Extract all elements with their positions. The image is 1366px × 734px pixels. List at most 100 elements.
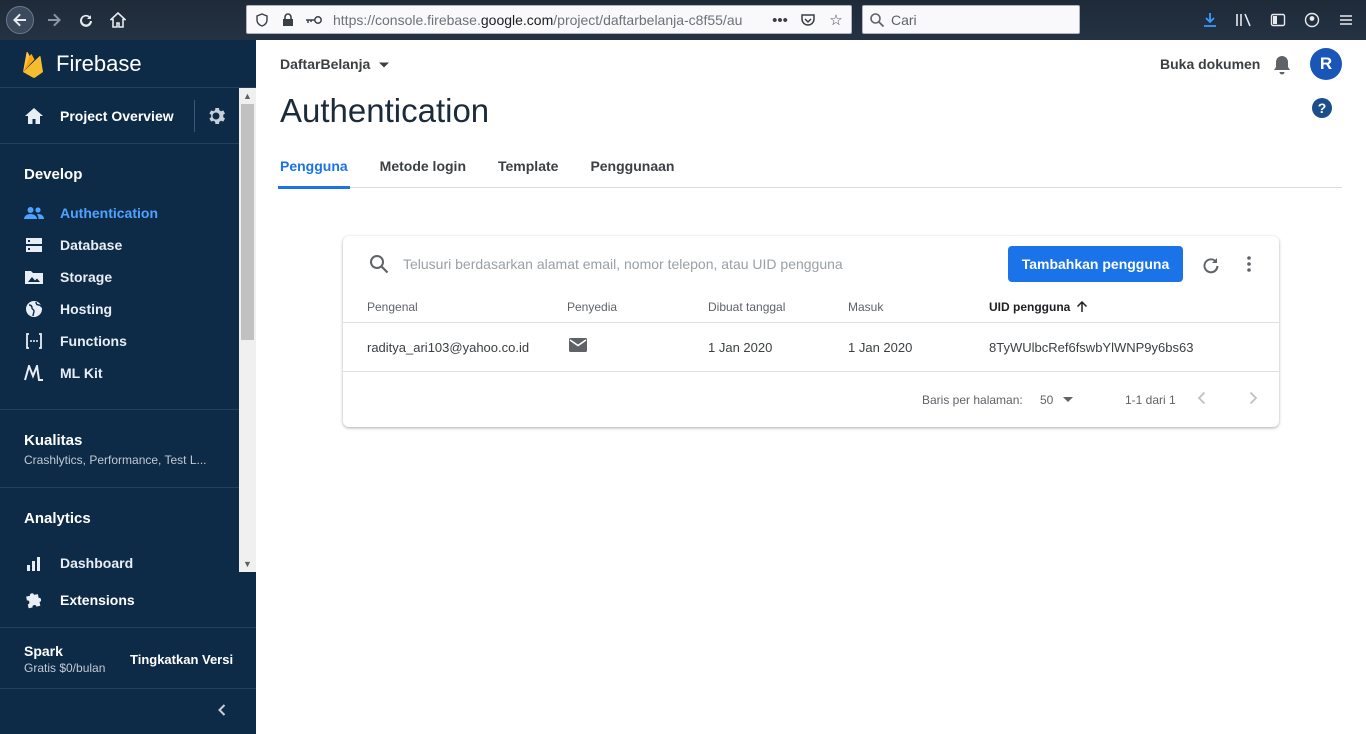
globe-icon <box>24 299 44 319</box>
docs-link[interactable]: Buka dokumen <box>1160 56 1260 72</box>
url-text: https://console.firebase.google.com/proj… <box>333 12 773 28</box>
download-icon[interactable] <box>1198 8 1222 32</box>
browser-toolbar-icons <box>1198 8 1358 32</box>
users-card: Telusuri berdasarkan alamat email, nomor… <box>343 236 1279 427</box>
home-icon <box>25 107 43 124</box>
functions-braces-icon <box>24 331 44 351</box>
url-prefix: https://console.firebase. <box>333 11 481 28</box>
url-domain: google.com <box>480 11 554 28</box>
bar-chart-icon <box>24 553 44 572</box>
sidebar-item-label: Database <box>60 237 123 253</box>
home-icon <box>110 12 126 28</box>
column-header-identifier[interactable]: Pengenal <box>367 300 418 314</box>
sidebar-toggle-icon[interactable] <box>1266 8 1290 32</box>
sidebar-item-authentication[interactable]: Authentication <box>0 197 256 229</box>
url-path: /project/daftarbelanja-c8f55/au <box>553 11 743 28</box>
more-vert-icon[interactable] <box>1241 254 1257 279</box>
plan-name: Spark <box>24 643 63 659</box>
home-button[interactable] <box>104 6 132 34</box>
column-header-signed-in[interactable]: Masuk <box>848 300 883 314</box>
rows-per-page-select[interactable]: 50 <box>1040 393 1074 407</box>
user-search-placeholder: Telusuri berdasarkan alamat email, nomor… <box>403 256 843 272</box>
brand-name: Firebase <box>56 50 142 76</box>
analytics-section-title[interactable]: Analytics <box>0 488 256 527</box>
tab-template[interactable]: Template <box>498 150 558 188</box>
project-overview-item[interactable]: Project Overview <box>0 88 256 144</box>
main-content: DaftarBelanja Buka dokumen R Authenticat… <box>256 40 1366 734</box>
sort-ascending-arrow-icon <box>1077 301 1088 312</box>
url-bar[interactable]: https://console.firebase.google.com/proj… <box>246 5 852 34</box>
search-icon <box>869 12 885 28</box>
shield-icon[interactable] <box>251 9 273 31</box>
account-icon[interactable] <box>1300 8 1324 32</box>
next-page-chevron-icon[interactable] <box>1246 390 1260 409</box>
sidebar-item-label: Storage <box>60 269 113 285</box>
pocket-icon[interactable] <box>797 9 819 31</box>
help-icon[interactable]: ? <box>1312 98 1332 118</box>
project-name: DaftarBelanja <box>280 56 371 72</box>
sidebar-item-database[interactable]: Database <box>0 229 256 261</box>
image-folder-icon <box>24 267 44 287</box>
avatar[interactable]: R <box>1310 48 1342 80</box>
firebase-brand[interactable]: Firebase <box>0 40 256 88</box>
menu-icon[interactable] <box>1334 8 1358 32</box>
sidebar-item-ml-kit[interactable]: ML Kit <box>0 357 256 389</box>
project-overview-label: Project Overview <box>60 107 174 124</box>
tab-metode-login[interactable]: Metode login <box>380 150 466 188</box>
lock-icon[interactable] <box>277 9 299 31</box>
sidebar-item-storage[interactable]: Storage <box>0 261 256 293</box>
sidebar-item-label: Authentication <box>60 205 158 221</box>
add-user-button[interactable]: Tambahkan pengguna <box>1008 246 1183 282</box>
forward-button[interactable] <box>40 6 68 34</box>
tab-penggunaan[interactable]: Penggunaan <box>590 150 674 188</box>
sidebar-item-hosting[interactable]: Hosting <box>0 293 256 325</box>
caret-down-icon <box>1063 397 1074 402</box>
column-header-uid[interactable]: UID pengguna <box>989 300 1088 314</box>
user-search-input[interactable]: Telusuri berdasarkan alamat email, nomor… <box>369 254 843 274</box>
table-header: Pengenal Penyedia Dibuat tanggal Masuk U… <box>343 296 1279 323</box>
column-header-uid-label: UID pengguna <box>989 300 1071 314</box>
sidebar-item-dashboard[interactable]: Dashboard <box>0 547 256 572</box>
bookmark-star-icon[interactable]: ☆ <box>825 9 847 31</box>
reload-icon <box>80 14 92 27</box>
column-header-created[interactable]: Dibuat tanggal <box>708 300 785 314</box>
people-icon <box>24 203 44 223</box>
sidebar-item-label: Hosting <box>60 301 113 317</box>
notification-bell-icon[interactable] <box>1272 54 1292 81</box>
user-identifier: raditya_ari103@yahoo.co.id <box>367 340 530 355</box>
tab-pengguna[interactable]: Pengguna <box>278 150 350 189</box>
refresh-icon[interactable] <box>1201 254 1221 279</box>
scrollbar-thumb[interactable] <box>241 104 254 340</box>
arrow-right-icon <box>48 13 61 27</box>
scroll-up-arrow-icon[interactable]: ▲ <box>239 88 256 104</box>
upgrade-button[interactable]: Tingkatkan Versi <box>130 652 233 667</box>
back-button[interactable] <box>6 6 34 34</box>
search-icon <box>370 255 389 274</box>
sidebar-item-extensions[interactable]: Extensions <box>0 572 256 628</box>
firebase-logo-icon <box>23 51 43 78</box>
database-icon <box>24 235 44 255</box>
more-dots-icon[interactable]: ••• <box>769 9 791 31</box>
quality-section[interactable]: Kualitas Crashlytics, Performance, Test … <box>0 409 256 467</box>
sidebar-scrollbar[interactable]: ▲ ▼ <box>239 88 256 572</box>
email-icon <box>568 337 588 356</box>
table-row[interactable]: raditya_ari103@yahoo.co.id 1 Jan 2020 1 … <box>343 323 1279 372</box>
library-icon[interactable] <box>1232 8 1256 32</box>
column-header-provider[interactable]: Penyedia <box>567 300 617 314</box>
sidebar-item-label: Dashboard <box>60 555 134 571</box>
settings-gear-icon[interactable] <box>206 106 226 131</box>
reload-button[interactable] <box>72 6 100 34</box>
browser-search-input[interactable]: Cari <box>862 5 1080 34</box>
sidebar-item-label: Functions <box>60 333 127 349</box>
collapse-sidebar-chevron-icon[interactable] <box>212 700 232 725</box>
puzzle-icon <box>24 590 44 610</box>
pagination: Baris per halaman: 50 1-1 dari 1 <box>343 372 1279 427</box>
project-selector[interactable]: DaftarBelanja <box>280 56 390 72</box>
prev-page-chevron-icon[interactable] <box>1195 390 1209 409</box>
page-range: 1-1 dari 1 <box>1125 393 1176 407</box>
tab-bar: Pengguna Metode login Template Penggunaa… <box>278 150 1342 189</box>
sidebar-item-label: ML Kit <box>60 365 103 381</box>
scroll-down-arrow-icon[interactable]: ▼ <box>239 556 256 572</box>
key-icon[interactable] <box>303 9 325 31</box>
sidebar-item-functions[interactable]: Functions <box>0 325 256 357</box>
